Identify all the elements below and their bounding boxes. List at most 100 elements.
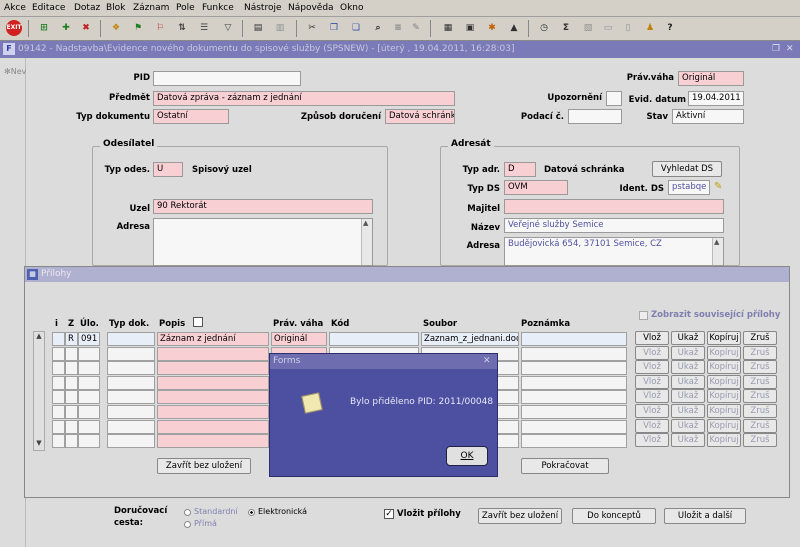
kopiruj-row-button[interactable]: Kopíruj — [707, 433, 741, 448]
cell-prav[interactable]: Originál — [271, 332, 327, 346]
show-related-checkbox[interactable] — [639, 311, 648, 320]
cell-z[interactable] — [65, 375, 78, 390]
kopiruj-row-button[interactable]: Kopíruj — [707, 331, 741, 345]
cell-ulo[interactable] — [78, 361, 100, 376]
cell-i[interactable] — [52, 332, 65, 346]
cell-typdok[interactable] — [107, 346, 155, 361]
grid-icon[interactable]: ▦ — [440, 20, 456, 36]
adresa-adr-field[interactable]: Budějovická 654, 37101 Semice, CZ — [504, 237, 724, 266]
ok-button[interactable]: OK — [446, 446, 488, 466]
ukaz-row-button[interactable]: Ukaž — [671, 433, 705, 448]
nazev-field[interactable]: Veřejné služby Semice — [504, 218, 724, 233]
search-icon[interactable]: ⌕ — [370, 20, 386, 36]
upozorneni-field[interactable] — [606, 91, 622, 106]
cell-i[interactable] — [52, 375, 65, 390]
cell-popis[interactable] — [157, 419, 269, 434]
vloz-row-button[interactable]: Vlož — [635, 433, 669, 448]
typ-odes-field[interactable]: U — [153, 162, 183, 177]
zrus-row-button[interactable]: Zruš — [743, 433, 777, 448]
stav-field[interactable]: Aktivní — [672, 109, 744, 124]
cell-pozn[interactable] — [521, 419, 627, 434]
ukaz-row-button[interactable]: Ukaž — [671, 389, 705, 404]
cell-pozn[interactable] — [521, 361, 627, 376]
cancel-query-icon[interactable]: ⚐ — [152, 20, 168, 36]
cell-typdok[interactable] — [107, 390, 155, 405]
typ-dokumentu-field[interactable]: Ostatní — [153, 109, 229, 124]
scroll-up-icon[interactable]: ▲ — [34, 332, 44, 342]
kopiruj-row-button[interactable]: Kopíruj — [707, 389, 741, 404]
users-icon[interactable]: ♟ — [642, 20, 658, 36]
zrus-row-button[interactable]: Zruš — [743, 404, 777, 418]
zrus-row-button[interactable]: Zruš — [743, 331, 777, 345]
cell-ulo[interactable] — [78, 419, 100, 434]
cell-typdok[interactable] — [107, 405, 155, 419]
ukaz-row-button[interactable]: Ukaž — [671, 418, 705, 433]
vloz-row-button[interactable]: Vlož — [635, 331, 669, 345]
do-konceptu-button[interactable]: Do konceptů — [572, 508, 656, 524]
vloz-row-button[interactable]: Vlož — [635, 418, 669, 433]
window-icon[interactable]: ▭ — [600, 20, 616, 36]
evid-datum-field[interactable]: 19.04.2011 — [688, 91, 744, 106]
cell-popis[interactable] — [157, 346, 269, 361]
up-icon[interactable]: ▲ — [506, 20, 522, 36]
menu-akce[interactable]: Akce — [4, 3, 26, 13]
pid-field[interactable] — [153, 71, 301, 86]
image-icon[interactable]: ▧ — [580, 20, 596, 36]
adresa-odes-field[interactable] — [153, 218, 373, 266]
ukaz-row-button[interactable]: Ukaž — [671, 345, 705, 360]
cut-icon[interactable]: ✂ — [304, 20, 320, 36]
cell-soubor[interactable]: Zaznam_z_jednani.doc — [421, 332, 519, 346]
execute-query-icon[interactable]: ⚑ — [130, 20, 146, 36]
cell-typdok[interactable] — [107, 332, 155, 346]
cell-i[interactable] — [52, 434, 65, 449]
query-icon[interactable]: ❖ — [108, 20, 124, 36]
scroll-up-icon[interactable]: ▲ — [363, 219, 368, 227]
radio-standardni[interactable] — [184, 509, 191, 516]
paste-icon[interactable]: ❏ — [348, 20, 364, 36]
typ-ds-field[interactable]: OVM — [504, 180, 568, 195]
exit-icon[interactable]: EXIT — [6, 20, 22, 36]
predmet-field[interactable]: Datová zpráva - záznam z jednání — [153, 91, 455, 106]
menu-funkce[interactable]: Funkce — [202, 3, 234, 13]
block-icon[interactable]: ▣ — [462, 20, 478, 36]
print-icon[interactable]: ▤ — [250, 20, 266, 36]
ulozit-a-dalsi-button[interactable]: Uložit a další — [664, 508, 746, 524]
zrus-row-button[interactable]: Zruš — [743, 345, 777, 360]
cell-i[interactable] — [52, 419, 65, 434]
menu-dotaz[interactable]: Dotaz — [74, 3, 100, 13]
zpusob-doruceni-field[interactable]: Datová schránka — [385, 109, 455, 124]
cell-popis[interactable]: Záznam z jednání — [157, 332, 269, 346]
dialog-close-icon[interactable]: ✕ — [483, 354, 491, 369]
ukaz-row-button[interactable]: Ukaž — [671, 360, 705, 375]
ukaz-row-button[interactable]: Ukaž — [671, 404, 705, 418]
vloz-row-button[interactable]: Vlož — [635, 360, 669, 375]
tools-icon[interactable]: ✱ — [484, 20, 500, 36]
menu-blok[interactable]: Blok — [106, 3, 125, 13]
print-preview-icon[interactable]: ▥ — [272, 20, 288, 36]
cell-z[interactable] — [65, 434, 78, 449]
restore-icon[interactable]: ❐ — [772, 41, 780, 58]
insert-record-icon[interactable]: ⊞ — [36, 20, 52, 36]
vyhledat-ds-button[interactable]: Vyhledat DS — [652, 161, 722, 177]
cell-i[interactable] — [52, 390, 65, 405]
edit-icon[interactable]: ✎ — [408, 20, 424, 36]
adresa-scrollbar[interactable]: ▲ — [361, 219, 372, 265]
cell-pozn[interactable] — [521, 434, 627, 449]
vloz-row-button[interactable]: Vlož — [635, 404, 669, 418]
help-icon[interactable]: ? — [662, 20, 678, 36]
cell-i[interactable] — [52, 361, 65, 376]
attachment-icon[interactable]: ▯ — [620, 20, 636, 36]
zrus-row-button[interactable]: Zruš — [743, 360, 777, 375]
cell-popis[interactable] — [157, 405, 269, 419]
kopiruj-row-button[interactable]: Kopíruj — [707, 345, 741, 360]
scroll-up-icon[interactable]: ▲ — [714, 238, 719, 246]
menu-pole[interactable]: Pole — [176, 3, 195, 13]
cell-popis[interactable] — [157, 390, 269, 405]
menu-napoveda[interactable]: Nápověda — [288, 3, 334, 13]
cell-typdok[interactable] — [107, 375, 155, 390]
close-window-icon[interactable]: ✕ — [786, 41, 794, 58]
cell-pozn[interactable] — [521, 332, 627, 346]
vloz-row-button[interactable]: Vlož — [635, 389, 669, 404]
copy-icon[interactable]: ❐ — [326, 20, 342, 36]
podaci-cislo-field[interactable] — [568, 109, 622, 124]
